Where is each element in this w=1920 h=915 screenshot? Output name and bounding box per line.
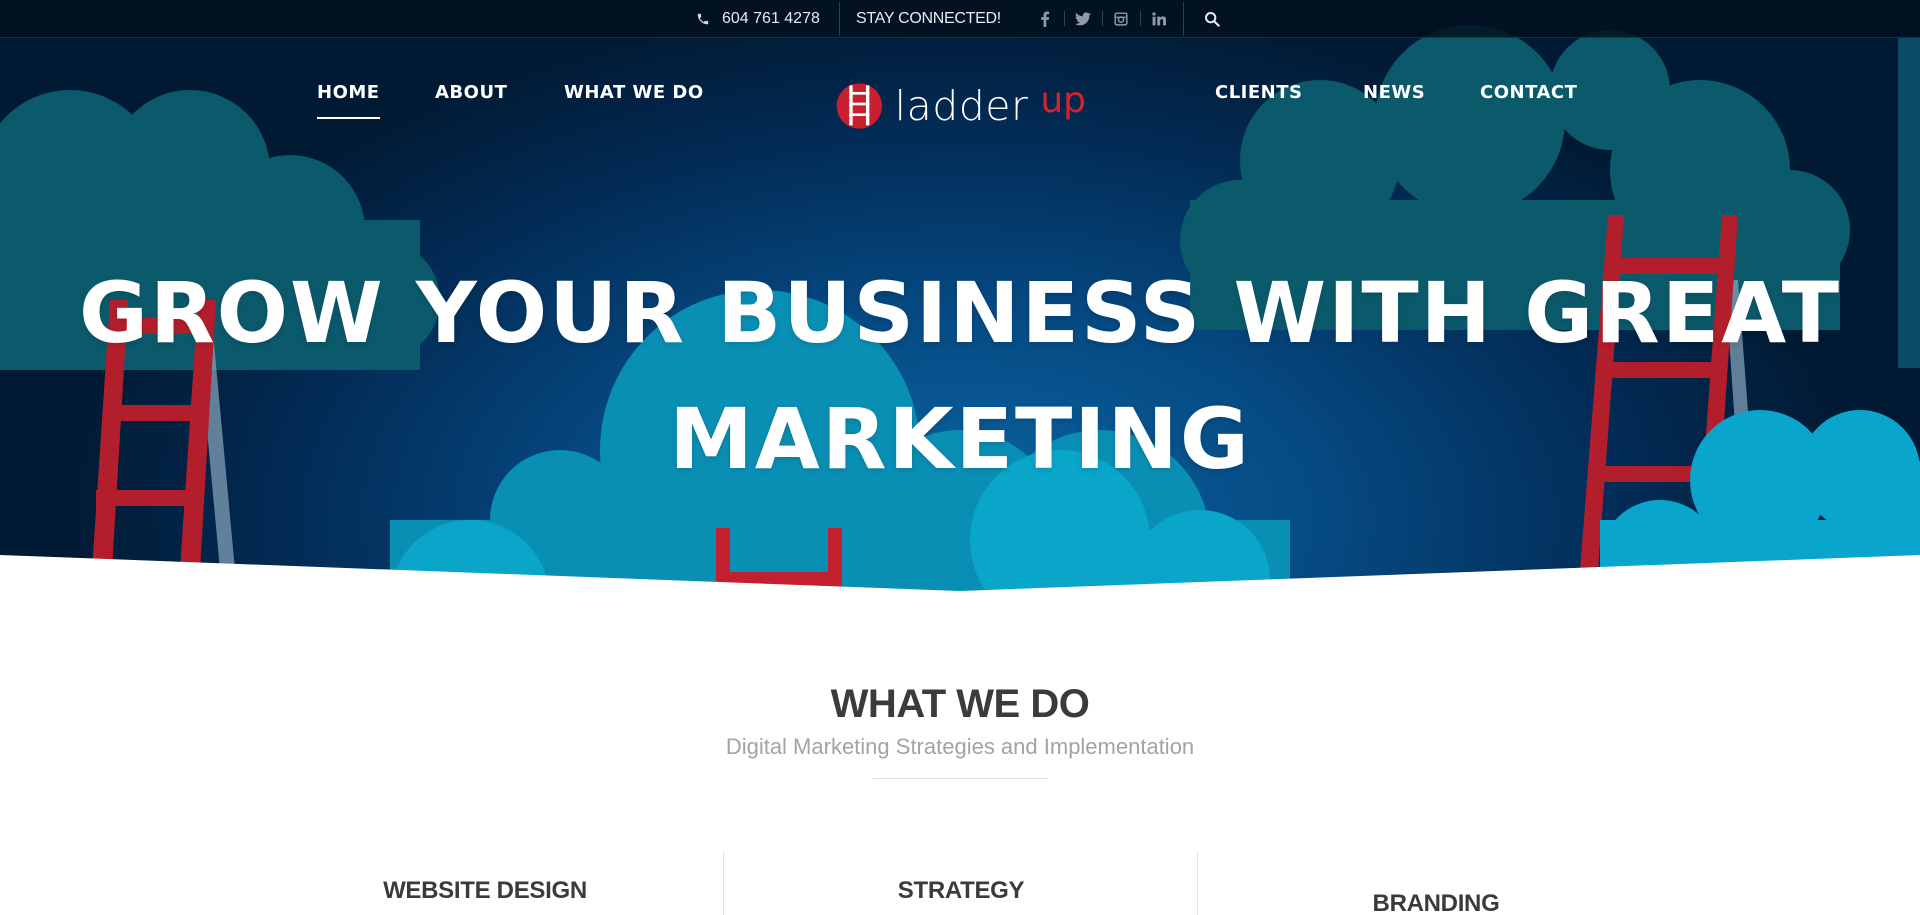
facebook-icon[interactable] xyxy=(1026,0,1064,37)
topbar-divider xyxy=(839,2,840,36)
search-button[interactable] xyxy=(1204,0,1220,37)
service-strategy[interactable]: STRATEGY xyxy=(781,877,1141,905)
site-logo[interactable]: ladder up xyxy=(836,70,1086,142)
section-subtitle: Digital Marketing Strategies and Impleme… xyxy=(725,734,1195,759)
hero-headline-line-2: MARKETING xyxy=(669,390,1251,488)
linkedin-icon[interactable] xyxy=(1140,0,1178,37)
nav-home[interactable]: HOME xyxy=(317,82,380,119)
top-bar: 604 761 4278 STAY CONNECTED! xyxy=(0,0,1920,38)
ladder-logo-icon xyxy=(836,83,883,129)
phone-contact[interactable]: 604 761 4278 xyxy=(696,0,820,37)
nav-what-we-do[interactable]: WHAT WE DO xyxy=(564,82,704,103)
service-website-design[interactable]: WEBSITE DESIGN xyxy=(305,877,665,905)
nav-about[interactable]: ABOUT xyxy=(435,82,507,103)
column-divider xyxy=(723,852,724,915)
hero-bottom-slant xyxy=(0,555,1920,610)
nav-clients[interactable]: CLIENTS xyxy=(1215,82,1302,103)
phone-number: 604 761 4278 xyxy=(722,9,820,27)
social-links xyxy=(1026,0,1178,37)
topbar-divider xyxy=(1183,2,1184,36)
nav-news[interactable]: NEWS xyxy=(1363,82,1425,103)
nav-contact[interactable]: CONTACT xyxy=(1480,82,1577,103)
instagram-icon[interactable] xyxy=(1102,0,1140,37)
twitter-icon[interactable] xyxy=(1064,0,1102,37)
logo-wordmark: ladder xyxy=(894,82,1029,130)
logo-accent: up xyxy=(1040,79,1086,121)
section-divider xyxy=(873,778,1048,779)
column-divider xyxy=(1197,852,1198,915)
phone-icon xyxy=(697,13,709,24)
hero-headline: GROW YOUR BUSINESS WITH GREAT MARKETING xyxy=(0,250,1920,502)
section-title: WHAT WE DO xyxy=(830,682,1090,726)
hero-headline-line-1: GROW YOUR BUSINESS WITH GREAT xyxy=(79,264,1841,362)
search-icon xyxy=(1205,11,1220,27)
service-branding[interactable]: BRANDING xyxy=(1256,890,1616,915)
stay-connected-label: STAY CONNECTED! xyxy=(856,9,1001,27)
